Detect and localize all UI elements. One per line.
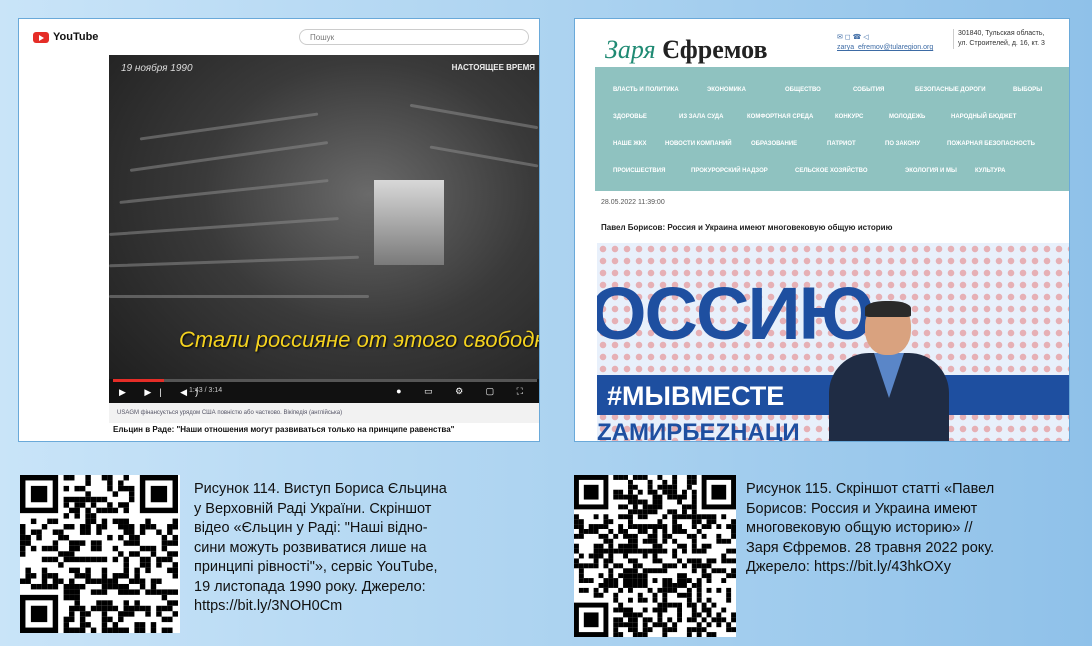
nav-item[interactable]: ВЫБОРЫ: [1013, 87, 1042, 93]
nav-item[interactable]: НАРОДНЫЙ БЮДЖЕТ: [951, 114, 1016, 120]
nav-item[interactable]: ПО ЗАКОНУ: [885, 141, 920, 147]
video-date-overlay: 19 ноября 1990: [121, 63, 193, 74]
youtube-screenshot: YouTube Пошук 19 ноября 1990 НАСТОЯЩЕЕ В…: [18, 18, 540, 442]
site-address: 301840, Тульская область, ул. Строителей,…: [953, 29, 1045, 49]
channel-watermark: НАСТОЯЩЕЕ ВРЕМЯ: [451, 63, 535, 72]
site-logo: Заря Єфремов: [605, 35, 768, 64]
nav-item[interactable]: ВЛАСТЬ И ПОЛИТИКА: [613, 87, 679, 93]
qr-code-icon: [20, 475, 180, 633]
site-contacts: ✉ ◻ ☎ ◁ zarya_efremov@tularegion.org: [837, 34, 934, 51]
video-subtitle: Стали россияне от этого свободными?: [179, 327, 539, 352]
youtube-play-icon: [33, 31, 49, 43]
figure-115-caption: Рисунок 115. Скріншот статті «Павел Бори…: [746, 481, 995, 575]
youtube-logo-text: YouTube: [53, 31, 99, 43]
nav-item[interactable]: НОВОСТИ КОМПАНИЙ: [665, 141, 732, 147]
qr-code-icon: [574, 475, 736, 637]
nav-item[interactable]: НАШЕ ЖКХ: [613, 141, 646, 147]
nav-item[interactable]: ОБЩЕСТВО: [785, 87, 821, 93]
photo-band-2: ZАМИРБЕZНАЦИ: [597, 419, 800, 442]
video-time: 1:43 / 3:14: [189, 387, 223, 394]
person-photo: [829, 301, 949, 441]
nav-item[interactable]: КОНКУРС: [835, 114, 863, 120]
nav-item[interactable]: СЕЛЬСКОЕ ХОЗЯЙСТВО: [795, 168, 868, 174]
podium: [374, 180, 444, 265]
nav-item[interactable]: ПОЖАРНАЯ БЕЗОПАСНОСТЬ: [947, 141, 1035, 147]
video-frame: 19 ноября 1990 НАСТОЯЩЕЕ ВРЕМЯ Стали рос…: [109, 55, 539, 403]
nav-item[interactable]: ЗДОРОВЬЕ: [613, 114, 647, 120]
nav-item[interactable]: ОБРАЗОВАНИЕ: [751, 141, 797, 147]
nav-item[interactable]: ПРОКУРОРСКИЙ НАДЗОР: [691, 168, 768, 174]
nav-item[interactable]: КОМФОРТНАЯ СРЕДА: [747, 114, 813, 120]
nav-item[interactable]: МОЛОДЕЖЬ: [889, 114, 925, 120]
nav-item[interactable]: ИЗ ЗАЛА СУДА: [679, 114, 723, 120]
video-title: Ельцин в Раде: "Наши отношения могут раз…: [113, 425, 455, 434]
nav-item[interactable]: ЭКОНОМИКА: [707, 87, 746, 93]
progress-bar: [113, 379, 537, 382]
figure-114-caption: Рисунок 114. Виступ Бориса Єльцина у Вер…: [194, 481, 447, 614]
info-banner: USAGM фінансується урядом США повністю а…: [109, 403, 539, 423]
nav-item[interactable]: ПРОИСШЕСТВИЯ: [613, 168, 665, 174]
nav-item[interactable]: СОБЫТИЯ: [853, 87, 884, 93]
article-photo: ОССИЮ #МЫВМЕСТЕ ZАМИРБЕZНАЦИ: [597, 243, 1069, 442]
nav-item[interactable]: БЕЗОПАСНЫЕ ДОРОГИ: [915, 87, 986, 93]
youtube-search-input: Пошук: [299, 29, 529, 45]
article-headline: Павел Борисов: Россия и Украина имеют мн…: [601, 223, 893, 232]
youtube-logo: YouTube: [33, 31, 98, 43]
nav-item[interactable]: КУЛЬТУРА: [975, 168, 1005, 174]
player-controls: ▶ ▶| ◀) 1:43 / 3:14 ● ▭ ⚙ ▢ ⛶: [109, 379, 539, 403]
article-screenshot: Заря Єфремов ✉ ◻ ☎ ◁ zarya_efremov@tulare…: [574, 18, 1070, 442]
article-date: 28.05.2022 11:39:00: [601, 199, 665, 206]
nav-item[interactable]: ПАТРИОТ: [827, 141, 856, 147]
player-settings-icon: ● ▭ ⚙ ▢ ⛶: [396, 386, 533, 396]
nav-item[interactable]: ЭКОЛОГИЯ И МЫ: [905, 168, 957, 174]
site-navigation: ВЛАСТЬ И ПОЛИТИКА ЭКОНОМИКА ОБЩЕСТВО СОБЫТИ…: [595, 67, 1069, 191]
youtube-header: YouTube Пошук: [19, 19, 539, 55]
